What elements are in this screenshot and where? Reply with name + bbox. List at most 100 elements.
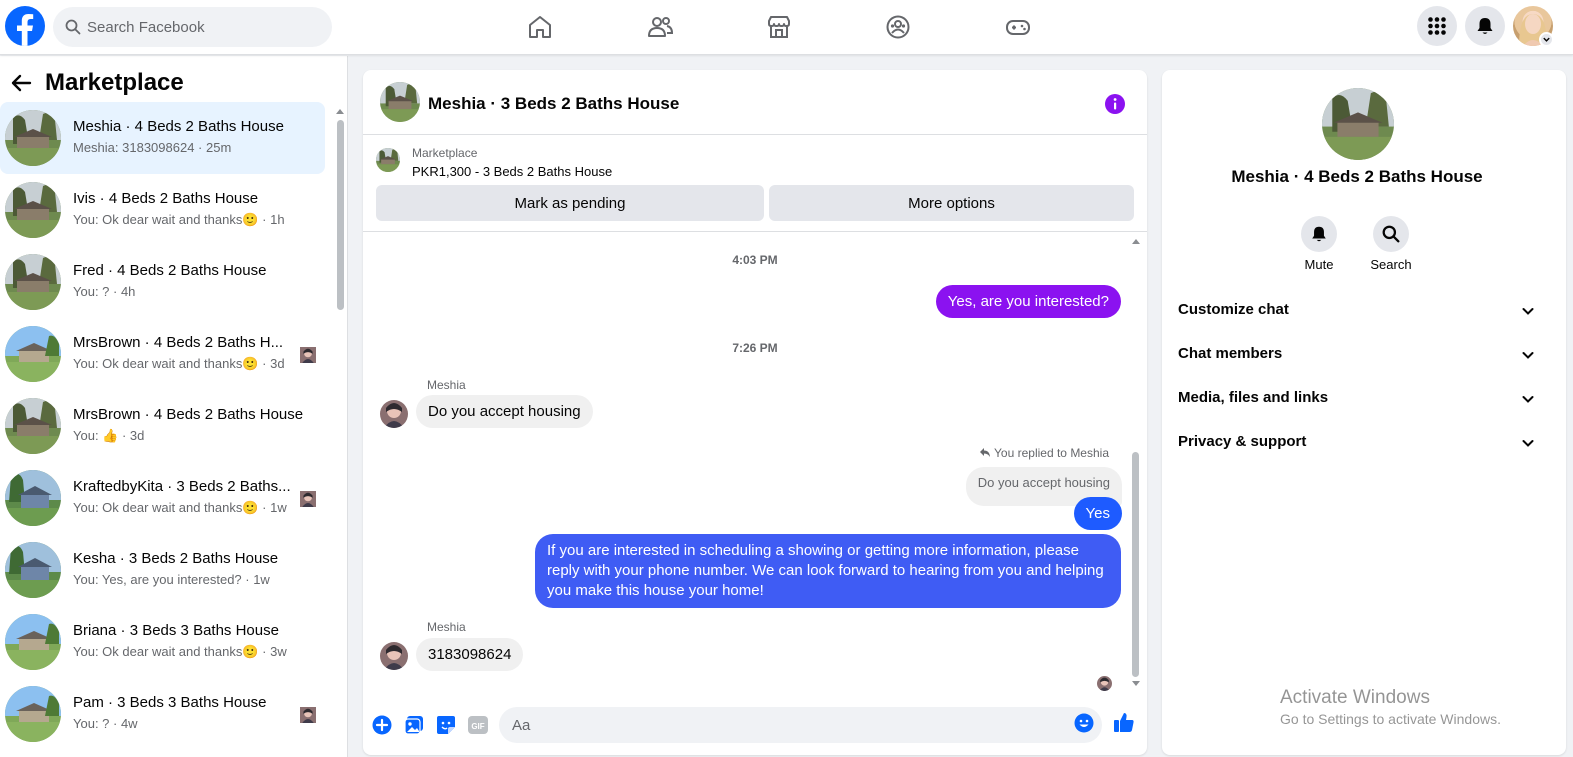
listing-source: Marketplace bbox=[412, 146, 478, 160]
home-icon[interactable] bbox=[526, 13, 554, 41]
search-input[interactable] bbox=[87, 7, 322, 47]
outgoing-message-long[interactable]: If you are interested in scheduling a sh… bbox=[535, 534, 1121, 608]
notifications-button[interactable] bbox=[1465, 6, 1505, 46]
conversation-item[interactable]: Ivis · 4 Beds 2 Baths House You: Ok dear… bbox=[0, 174, 330, 246]
conversation-item[interactable]: MrsBrown · 4 Beds 2 Baths House You: 👍 ·… bbox=[0, 390, 330, 462]
windows-watermark-subtitle: Go to Settings to activate Windows. bbox=[1280, 711, 1501, 727]
conversation-preview: You: Ok dear wait and thanks🙂 · 3d bbox=[73, 356, 285, 371]
account-chevron[interactable] bbox=[1539, 32, 1554, 47]
listing-thumbnail bbox=[5, 614, 61, 670]
section-label: Privacy & support bbox=[1178, 433, 1307, 450]
conversation-preview: You: Ok dear wait and thanks🙂 · 3w bbox=[73, 644, 287, 659]
seen-avatar bbox=[1097, 676, 1112, 691]
conversation-item[interactable]: Fred · 4 Beds 2 Baths House You: ? · 4h bbox=[0, 246, 330, 318]
menu-button[interactable] bbox=[1417, 6, 1457, 46]
chevron-down-icon bbox=[1521, 304, 1535, 318]
listing-price[interactable]: PKR1,300 - 3 Beds 2 Baths House bbox=[412, 164, 612, 179]
bell-icon bbox=[1475, 16, 1495, 36]
message-thread: 4:03 PM Yes, are you interested? 7:26 PM… bbox=[363, 232, 1147, 702]
emoji-icon[interactable] bbox=[1074, 713, 1094, 733]
conversation-item[interactable]: Pam · 3 Beds 3 Baths House You: ? · 4w bbox=[0, 678, 330, 750]
search-in-chat-button[interactable] bbox=[1373, 216, 1409, 252]
section-customize-chat[interactable]: Customize chat bbox=[1162, 290, 1552, 334]
menu-grid-icon bbox=[1427, 16, 1447, 36]
conversation-item[interactable]: MrsBrown · 4 Beds 2 Baths H... You: Ok d… bbox=[0, 318, 330, 390]
chevron-down-icon bbox=[1542, 35, 1551, 44]
groups-icon[interactable] bbox=[884, 13, 912, 41]
mark-pending-button[interactable]: Mark as pending bbox=[376, 185, 764, 221]
chevron-down-icon bbox=[1521, 436, 1535, 450]
message-input[interactable] bbox=[499, 707, 1102, 743]
chat-details-panel: Meshia · 4 Beds 2 Baths House Mute Searc… bbox=[1162, 70, 1566, 755]
incoming-message[interactable]: Do you accept housing bbox=[416, 395, 593, 428]
conversation-preview: Meshia: 3183098624 · 25m bbox=[73, 140, 232, 155]
photo-icon[interactable] bbox=[404, 715, 424, 735]
listing-thumbnail bbox=[5, 542, 61, 598]
conversation-title: Fred · 4 Beds 2 Baths House bbox=[73, 262, 267, 279]
thumbs-up-icon[interactable] bbox=[1113, 711, 1135, 733]
friends-icon[interactable] bbox=[646, 13, 674, 41]
scroll-up-arrow[interactable] bbox=[1131, 237, 1141, 245]
conversation-preview: You: ? · 4h bbox=[73, 284, 136, 299]
message-sender: Meshia bbox=[427, 620, 466, 634]
sidebar-scrollbar-thumb[interactable] bbox=[337, 120, 344, 310]
outgoing-message[interactable]: Yes bbox=[1073, 497, 1122, 530]
conversation-preview: You: Yes, are you interested? · 1w bbox=[73, 572, 270, 587]
sender-avatar[interactable] bbox=[380, 400, 408, 428]
conversation-title: MrsBrown · 4 Beds 2 Baths House bbox=[73, 406, 304, 423]
listing-thumbnail bbox=[5, 254, 61, 310]
message-sender: Meshia bbox=[427, 378, 466, 392]
chevron-down-icon bbox=[1521, 392, 1535, 406]
listing-mini-thumbnail bbox=[376, 148, 400, 172]
section-label: Chat members bbox=[1178, 345, 1283, 362]
search-box[interactable] bbox=[53, 7, 332, 47]
back-arrow-icon[interactable] bbox=[10, 73, 32, 93]
outgoing-message[interactable]: Yes, are you interested? bbox=[935, 285, 1121, 318]
conversation-preview: You: 👍 · 3d bbox=[73, 428, 145, 443]
conversation-title: Pam · 3 Beds 3 Baths House bbox=[73, 694, 267, 711]
conversation-item[interactable]: Kesha · 3 Beds 2 Baths House You: Yes, a… bbox=[0, 534, 330, 606]
listing-thumbnail bbox=[5, 398, 61, 454]
conversation-title: Kesha · 3 Beds 2 Baths House bbox=[73, 550, 279, 567]
section-chat-members[interactable]: Chat members bbox=[1162, 334, 1552, 378]
details-avatar[interactable] bbox=[1322, 88, 1394, 160]
info-icon[interactable] bbox=[1104, 93, 1126, 115]
facebook-logo[interactable] bbox=[5, 6, 45, 46]
section-privacy-support[interactable]: Privacy & support bbox=[1162, 422, 1552, 466]
chat-scrollbar-thumb[interactable] bbox=[1132, 452, 1139, 677]
conversation-title: Ivis · 4 Beds 2 Baths House bbox=[73, 190, 259, 207]
gaming-icon[interactable] bbox=[1004, 13, 1032, 41]
chat-avatar[interactable] bbox=[380, 82, 420, 122]
sender-avatar[interactable] bbox=[380, 642, 408, 670]
chevron-down-icon bbox=[1521, 348, 1535, 362]
conversation-item[interactable]: KraftedbyKita · 3 Beds 2 Baths... You: O… bbox=[0, 462, 330, 534]
details-name: Meshia · 4 Beds 2 Baths House bbox=[1231, 167, 1483, 186]
section-media-files-links[interactable]: Media, files and links bbox=[1162, 378, 1552, 422]
chat-panel: Meshia · 3 Beds 2 Baths House Marketplac… bbox=[363, 70, 1147, 755]
search-icon bbox=[65, 19, 81, 35]
conversation-title: Briana · 3 Beds 3 Baths House bbox=[73, 622, 279, 639]
seen-avatar bbox=[300, 491, 316, 507]
plus-icon[interactable] bbox=[372, 715, 392, 735]
timestamp: 4:03 PM bbox=[732, 253, 778, 267]
chat-title[interactable]: Meshia · 3 Beds 2 Baths House bbox=[428, 94, 679, 114]
mute-button[interactable] bbox=[1301, 216, 1337, 252]
conversation-title: KraftedbyKita · 3 Beds 2 Baths... bbox=[73, 478, 291, 495]
sidebar-title: Marketplace bbox=[45, 69, 184, 96]
conversation-preview: You: ? · 4w bbox=[73, 716, 138, 731]
sticker-icon[interactable] bbox=[436, 715, 456, 735]
reply-note: You replied to Meshia bbox=[979, 446, 1109, 460]
conversation-title: MrsBrown · 4 Beds 2 Baths H... bbox=[73, 334, 284, 351]
message-composer: GIF bbox=[363, 702, 1147, 755]
marketplace-icon[interactable] bbox=[765, 13, 793, 41]
conversation-item[interactable]: Briana · 3 Beds 3 Baths House You: Ok de… bbox=[0, 606, 330, 678]
incoming-message[interactable]: 3183098624 bbox=[416, 638, 524, 671]
conversation-item[interactable]: Meshia · 4 Beds 2 Baths House Meshia: 31… bbox=[0, 102, 325, 174]
scroll-down-arrow[interactable] bbox=[1131, 680, 1141, 688]
search-label: Search bbox=[1370, 257, 1412, 272]
chat-header: Meshia · 3 Beds 2 Baths House bbox=[363, 70, 1147, 135]
reply-icon bbox=[980, 448, 991, 457]
more-options-button[interactable]: More options bbox=[769, 185, 1134, 221]
windows-watermark-title: Activate Windows bbox=[1280, 687, 1430, 708]
gif-icon[interactable]: GIF bbox=[467, 715, 489, 735]
